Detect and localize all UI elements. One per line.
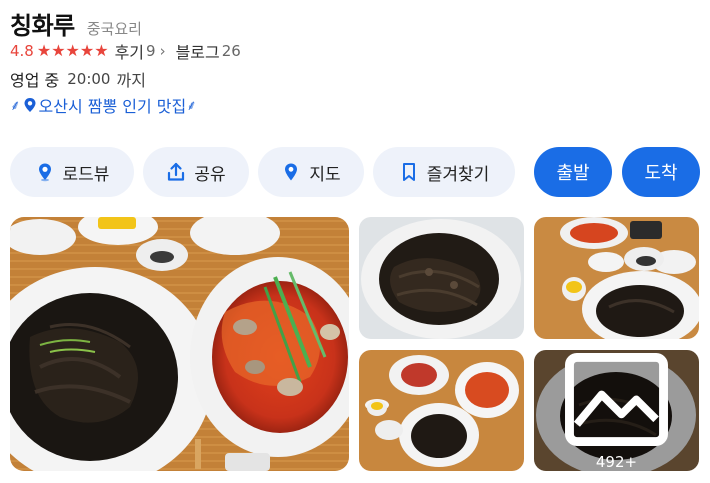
food-photo-image bbox=[10, 217, 349, 471]
rating-row: 4.8 ★ ★ ★ ★ ★ 후기 9 › 블로그 26 bbox=[10, 39, 700, 63]
hours-until: 까지 bbox=[116, 71, 146, 90]
place-header: 칭화루 중국요리 4.8 ★ ★ ★ ★ ★ 후기 9 › 블로그 26 영업 … bbox=[10, 6, 700, 117]
award-text: 오산시 짬뽕 인기 맛집 bbox=[38, 97, 187, 116]
laurel-left-icon: ⸙ bbox=[10, 97, 21, 114]
depart-button[interactable]: 출발 bbox=[534, 147, 612, 197]
map-pin-icon bbox=[285, 163, 298, 181]
food-photo-image bbox=[359, 350, 524, 471]
blog-count: 26 bbox=[221, 42, 241, 60]
hours-time: 20:00 bbox=[67, 70, 111, 88]
photo-main[interactable] bbox=[10, 217, 349, 471]
reviews-label: 후기 bbox=[114, 43, 145, 62]
star-icon: ★ bbox=[51, 41, 66, 60]
arrive-button[interactable]: 도착 bbox=[622, 147, 700, 197]
rating-score: 4.8 bbox=[10, 42, 34, 60]
arrive-label: 도착 bbox=[644, 163, 678, 184]
share-icon bbox=[168, 162, 185, 181]
reviews-link[interactable]: 후기 9 › bbox=[109, 39, 166, 63]
place-name: 칭화루 bbox=[10, 12, 75, 40]
bookmark-icon bbox=[402, 163, 415, 181]
hours-status: 영업 중 bbox=[10, 71, 60, 90]
more-photos-count: 492+ bbox=[595, 453, 638, 471]
star-icon: ★ bbox=[65, 41, 80, 60]
place-category: 중국요리 bbox=[86, 20, 142, 38]
pin-icon bbox=[24, 98, 35, 112]
title-row: 칭화루 중국요리 bbox=[10, 6, 700, 40]
roadview-pin-icon bbox=[38, 163, 51, 182]
blog-link[interactable]: 블로그 26 bbox=[166, 39, 241, 63]
award-badge[interactable]: ⸙ 오산시 짬뽕 인기 맛집 ⸙ bbox=[10, 93, 700, 117]
share-label: 공유 bbox=[194, 164, 226, 185]
photo-thumb-2[interactable] bbox=[534, 217, 699, 339]
depart-label: 출발 bbox=[556, 163, 590, 184]
rating-stars: ★ ★ ★ ★ ★ bbox=[37, 43, 109, 59]
hours-row[interactable]: 영업 중 20:00 까지 bbox=[10, 66, 700, 92]
star-icon: ★ bbox=[36, 41, 52, 60]
star-icon: ★ bbox=[79, 41, 95, 60]
blog-label: 블로그 bbox=[175, 43, 220, 62]
map-label: 지도 bbox=[309, 164, 341, 185]
food-photo-image bbox=[534, 217, 699, 339]
more-photos-overlay: 492+ bbox=[534, 350, 699, 471]
roadview-button[interactable]: 로드뷰 bbox=[10, 147, 134, 197]
photo-thumb-3[interactable] bbox=[359, 350, 524, 471]
map-button[interactable]: 지도 bbox=[258, 147, 364, 197]
roadview-label: 로드뷰 bbox=[62, 164, 110, 185]
star-icon: ★ bbox=[94, 41, 109, 60]
food-photo-image bbox=[359, 217, 524, 339]
share-button[interactable]: 공유 bbox=[143, 147, 249, 197]
favorite-label: 즐겨찾기 bbox=[426, 164, 490, 185]
laurel-right-icon: ⸙ bbox=[186, 97, 197, 114]
action-bar: 로드뷰 공유 지도 즐겨찾기 bbox=[10, 147, 524, 197]
reviews-count: 9 bbox=[146, 42, 156, 60]
photo-thumb-1[interactable] bbox=[359, 217, 524, 339]
gallery-icon bbox=[565, 352, 668, 447]
photo-more[interactable]: 492+ bbox=[534, 350, 699, 471]
favorite-button[interactable]: 즐겨찾기 bbox=[373, 147, 515, 197]
